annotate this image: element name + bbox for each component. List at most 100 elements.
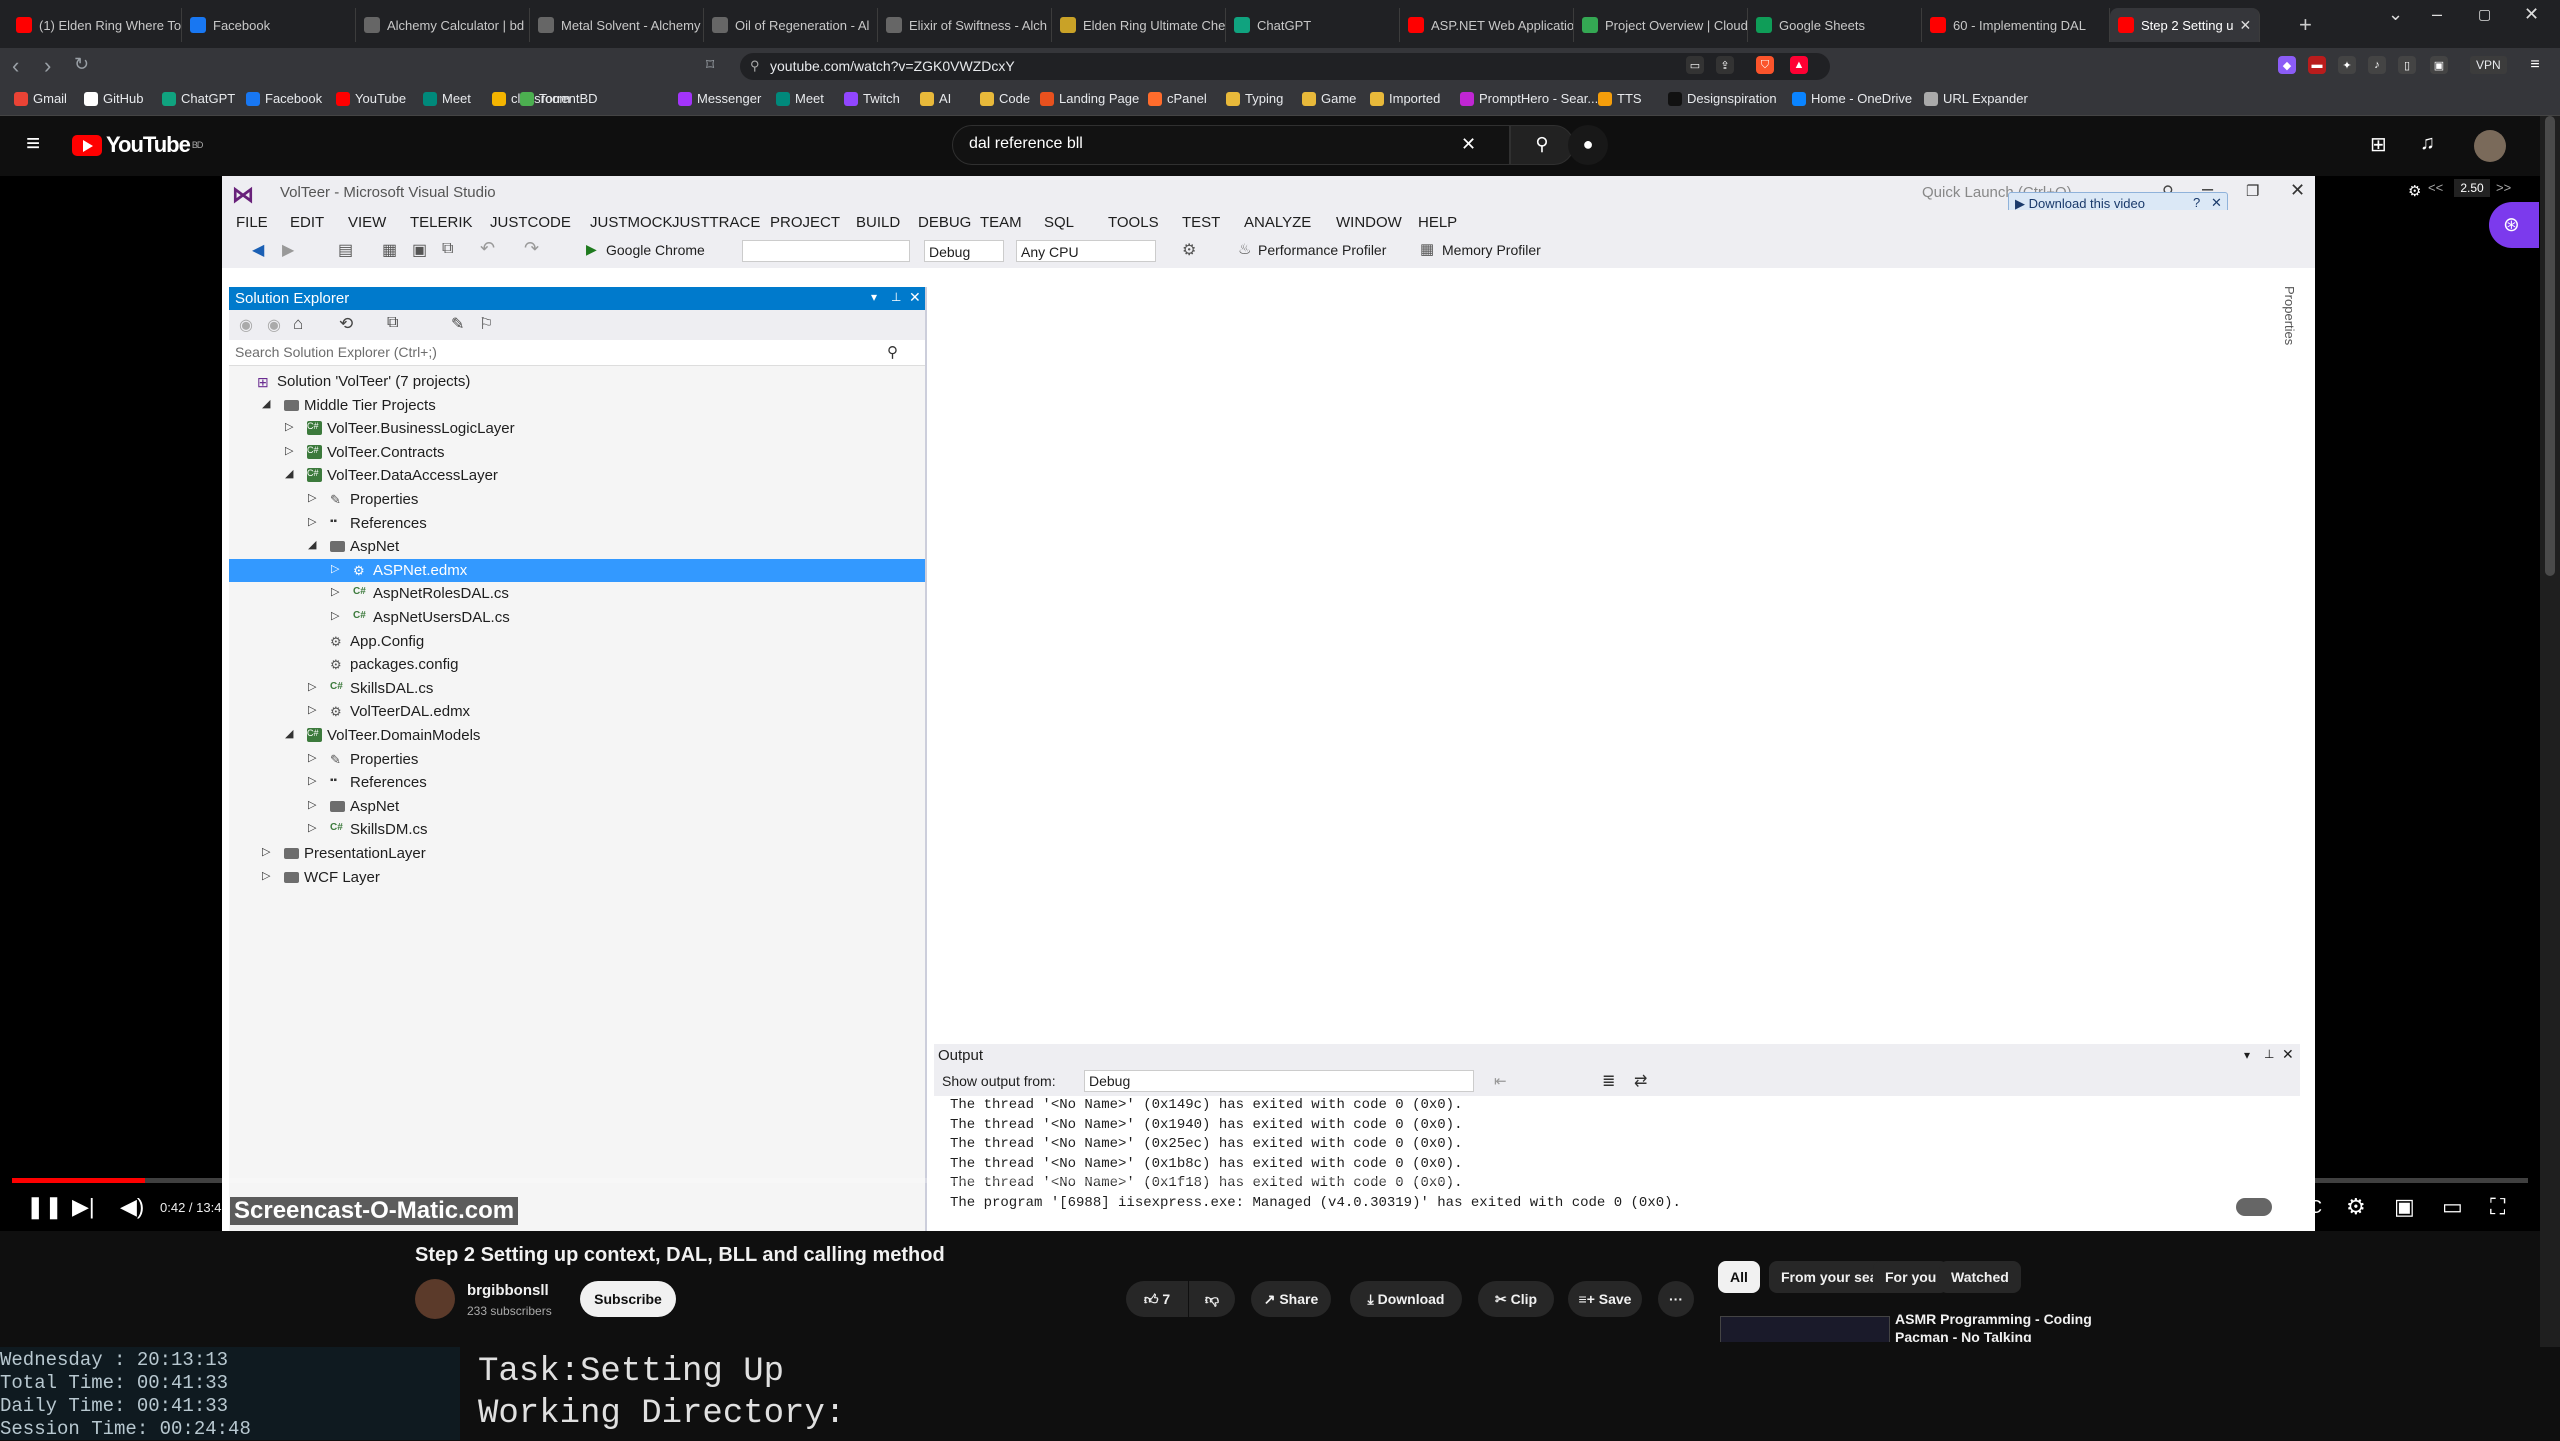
volume-icon[interactable]: ◀) [120, 1194, 144, 1220]
run-target[interactable]: Google Chrome [606, 242, 705, 258]
next-icon[interactable]: ▶| [72, 1194, 95, 1220]
dropdown-icon[interactable]: ▾ [2244, 1048, 2250, 1062]
home-icon[interactable]: ⌂ [293, 314, 303, 334]
tab-search-icon[interactable]: ⌄ [2388, 4, 2403, 25]
browser-tab[interactable]: Elden Ring Ultimate Che [1052, 8, 1226, 42]
vs-menu-item[interactable]: SQL [1044, 214, 1074, 231]
bookmark-item[interactable]: Landing Page [1040, 91, 1139, 106]
bookmark-item[interactable]: AI [920, 91, 951, 106]
vs-menu-item[interactable]: DEBUG [918, 214, 971, 231]
channel-name[interactable]: brgibbonsll [467, 1282, 549, 1299]
navigate-back-icon[interactable]: ◀ [252, 240, 264, 260]
tree-item[interactable]: ◢ Middle Tier Projects [229, 394, 925, 417]
new-tab-button[interactable]: + [2299, 12, 2312, 38]
pin-icon[interactable]: ⊥ [2264, 1047, 2274, 1061]
account-avatar[interactable] [2474, 130, 2506, 162]
open-file-icon[interactable]: ▦ [382, 240, 397, 260]
extension-floating-icon[interactable]: ⊛ [2489, 202, 2539, 248]
browser-tab[interactable]: Metal Solvent - Alchemy [530, 8, 704, 42]
browser-tab[interactable]: Alchemy Calculator | bd [356, 8, 530, 42]
bookmark-item[interactable]: Messenger [678, 91, 761, 106]
tab-close-icon[interactable]: ✕ [2234, 17, 2252, 34]
browser-tab[interactable]: 60 - Implementing DAL [1922, 8, 2110, 42]
platform-select[interactable]: Any CPU [1016, 240, 1156, 262]
tree-item[interactable]: ▷ C# SkillsDAL.cs [229, 677, 925, 700]
cast-icon[interactable]: ▭ [1686, 56, 1704, 74]
collapsed-arrow-icon[interactable]: ▷ [308, 680, 316, 693]
attach-icon[interactable]: ⚙ [1182, 240, 1196, 260]
captions-icon[interactable]: CC [2296, 1197, 2322, 1218]
bookmark-item[interactable]: GitHub [84, 91, 143, 106]
collapsed-arrow-icon[interactable]: ▷ [331, 585, 339, 598]
vs-menu-item[interactable]: TOOLS [1108, 214, 1159, 231]
properties-icon[interactable]: ✎ [451, 314, 464, 334]
performance-profiler-button[interactable]: Performance Profiler [1258, 242, 1386, 258]
vs-menu-item[interactable]: JUSTMOCK [590, 214, 673, 231]
vs-menu-item[interactable]: TEST [1182, 214, 1220, 231]
bookmark-item[interactable]: Meet [423, 91, 471, 106]
bookmark-item[interactable]: Twitch [844, 91, 900, 106]
collapsed-arrow-icon[interactable]: ▷ [285, 444, 293, 457]
sidebar-icon[interactable]: ▯ [2398, 56, 2416, 74]
word-wrap-icon[interactable]: ⇄ [1634, 1071, 1647, 1091]
vs-menu-item[interactable]: FILE [236, 214, 268, 231]
vpn-button[interactable]: VPN [2470, 56, 2507, 74]
extension-icon[interactable]: ▬ [2308, 56, 2326, 74]
tree-item[interactable]: ◢ C# VolTeer.DomainModels [229, 724, 925, 747]
bookmark-icon[interactable]: ⌑ [706, 55, 714, 75]
window-close-icon[interactable]: ✕ [2524, 4, 2539, 25]
pin-icon[interactable]: ⊥ [891, 290, 901, 304]
miniplayer-icon[interactable]: ▣ [2394, 1194, 2415, 1220]
bookmark-item[interactable]: cPanel [1148, 91, 1207, 106]
browser-tab[interactable]: Step 2 Setting u ✕ [2110, 8, 2260, 42]
collapsed-arrow-icon[interactable]: ▷ [331, 562, 339, 575]
configuration-select[interactable]: Debug [924, 240, 1004, 262]
wallet-icon[interactable]: ▣ [2430, 56, 2448, 74]
page-scrollbar[interactable] [2540, 116, 2560, 1347]
url-input[interactable]: ⚲ youtube.com/watch?v=ZGK0VWZDcxY [740, 53, 1830, 80]
collapsed-arrow-icon[interactable]: ▷ [308, 821, 316, 834]
bookmark-item[interactable]: YouTube [336, 91, 406, 106]
collapsed-arrow-icon[interactable]: ▷ [262, 869, 270, 882]
browser-tab[interactable]: ASP.NET Web Applicatio [1400, 8, 1574, 42]
tree-item[interactable]: ▷ C# AspNetUsersDAL.cs [229, 606, 925, 629]
share-button[interactable]: ↗ Share [1251, 1281, 1331, 1317]
notifications-icon[interactable]: ♫ [2420, 132, 2435, 155]
download-button[interactable]: ⤓ Download [1350, 1281, 1462, 1317]
clear-all-icon[interactable]: ≣ [1602, 1071, 1615, 1091]
collapse-all-icon[interactable]: ⧉ [387, 314, 398, 332]
bookmark-item[interactable]: Typing [1226, 91, 1283, 106]
tree-item[interactable]: ▷ C# SkillsDM.cs [229, 818, 925, 841]
sync-icon[interactable]: ⟲ [339, 314, 353, 334]
expanded-arrow-icon[interactable]: ◢ [308, 538, 316, 551]
start-debug-icon[interactable]: ▶ [586, 241, 597, 258]
bookmark-item[interactable]: Code [980, 91, 1030, 106]
tree-item[interactable]: ▷ C# VolTeer.BusinessLogicLayer [229, 417, 925, 440]
vs-menu-item[interactable]: WINDOW [1336, 214, 1402, 231]
forward-icon[interactable]: ◉ [267, 315, 281, 335]
expanded-arrow-icon[interactable]: ◢ [285, 727, 293, 740]
tree-item[interactable]: ▷ C# AspNetRolesDAL.cs [229, 582, 925, 605]
vs-menu-item[interactable]: PROJECT [770, 214, 840, 231]
brave-shields-icon[interactable]: ⛉ [1756, 56, 1774, 74]
vs-menu-item[interactable]: TEAM [980, 214, 1022, 231]
recommended-title[interactable]: ASMR Programming - Coding Pacman - No Ta… [1895, 1310, 2095, 1342]
close-panel-icon[interactable]: ✕ [2282, 1046, 2294, 1063]
youtube-logo[interactable]: YouTube BD [72, 132, 203, 158]
browser-tab[interactable]: Elixir of Swiftness - Alch [878, 8, 1052, 42]
tree-item[interactable]: ⚙ packages.config [229, 653, 925, 676]
dislike-button[interactable]: 👎︎ [1189, 1281, 1235, 1317]
collapsed-arrow-icon[interactable]: ▷ [262, 845, 270, 858]
extensions-icon[interactable]: ✦ [2338, 56, 2356, 74]
subscribe-button[interactable]: Subscribe [580, 1281, 676, 1317]
player-settings-overlay-icon[interactable]: ⚙ [2408, 182, 2421, 200]
browser-tab[interactable]: Project Overview | Cloud [1574, 8, 1748, 42]
tree-item[interactable]: ◢ AspNet [229, 535, 925, 558]
pause-icon[interactable]: ❚❚ [26, 1194, 63, 1220]
collapsed-arrow-icon[interactable]: ▷ [308, 703, 316, 716]
site-info-icon[interactable]: ⚲ [750, 58, 760, 74]
share-icon[interactable]: ⇪ [1716, 56, 1734, 74]
tree-item[interactable]: ⊞ Solution 'VolTeer' (7 projects) [229, 370, 925, 393]
save-button[interactable]: ≡+ Save [1568, 1281, 1642, 1317]
tree-item[interactable]: ▷ ✎ Properties [229, 748, 925, 771]
